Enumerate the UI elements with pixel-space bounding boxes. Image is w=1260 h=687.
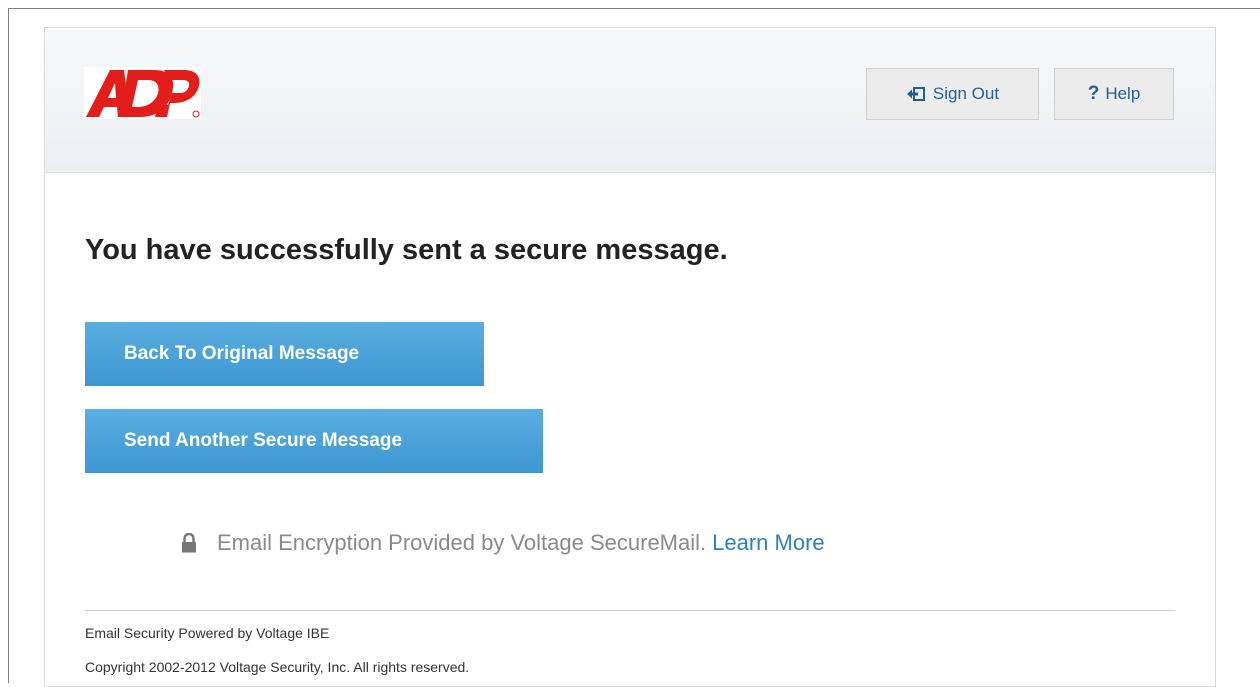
help-label: Help — [1105, 84, 1141, 103]
help-icon: ? — [1087, 83, 1100, 104]
lock-icon — [181, 533, 197, 553]
encryption-text: Email Encryption Provided by Voltage Sec… — [217, 530, 707, 555]
header-bar: Sign Out ? Help — [45, 28, 1215, 173]
copyright-text: Copyright 2002-2012 Voltage Security, In… — [85, 659, 470, 675]
footer-divider — [85, 610, 1175, 611]
page-frame: Sign Out ? Help You have successfully se… — [8, 8, 1260, 687]
adp-logo — [84, 67, 201, 119]
sign-out-icon — [906, 87, 926, 101]
help-button[interactable]: ? Help — [1054, 68, 1174, 120]
powered-by-text: Email Security Powered by Voltage IBE — [85, 625, 330, 641]
learn-more-link[interactable]: Learn More — [712, 530, 825, 556]
adp-logo-icon — [86, 70, 200, 118]
page-title: You have successfully sent a secure mess… — [85, 234, 728, 266]
send-another-secure-message-button[interactable]: Send Another Secure Message — [85, 409, 543, 473]
encryption-notice: Email Encryption Provided by Voltage Sec… — [181, 530, 825, 556]
back-to-original-message-button[interactable]: Back To Original Message — [85, 322, 484, 386]
sign-out-button[interactable]: Sign Out — [866, 68, 1039, 120]
content-card: Sign Out ? Help You have successfully se… — [44, 27, 1216, 687]
sign-out-label: Sign Out — [932, 84, 1000, 103]
